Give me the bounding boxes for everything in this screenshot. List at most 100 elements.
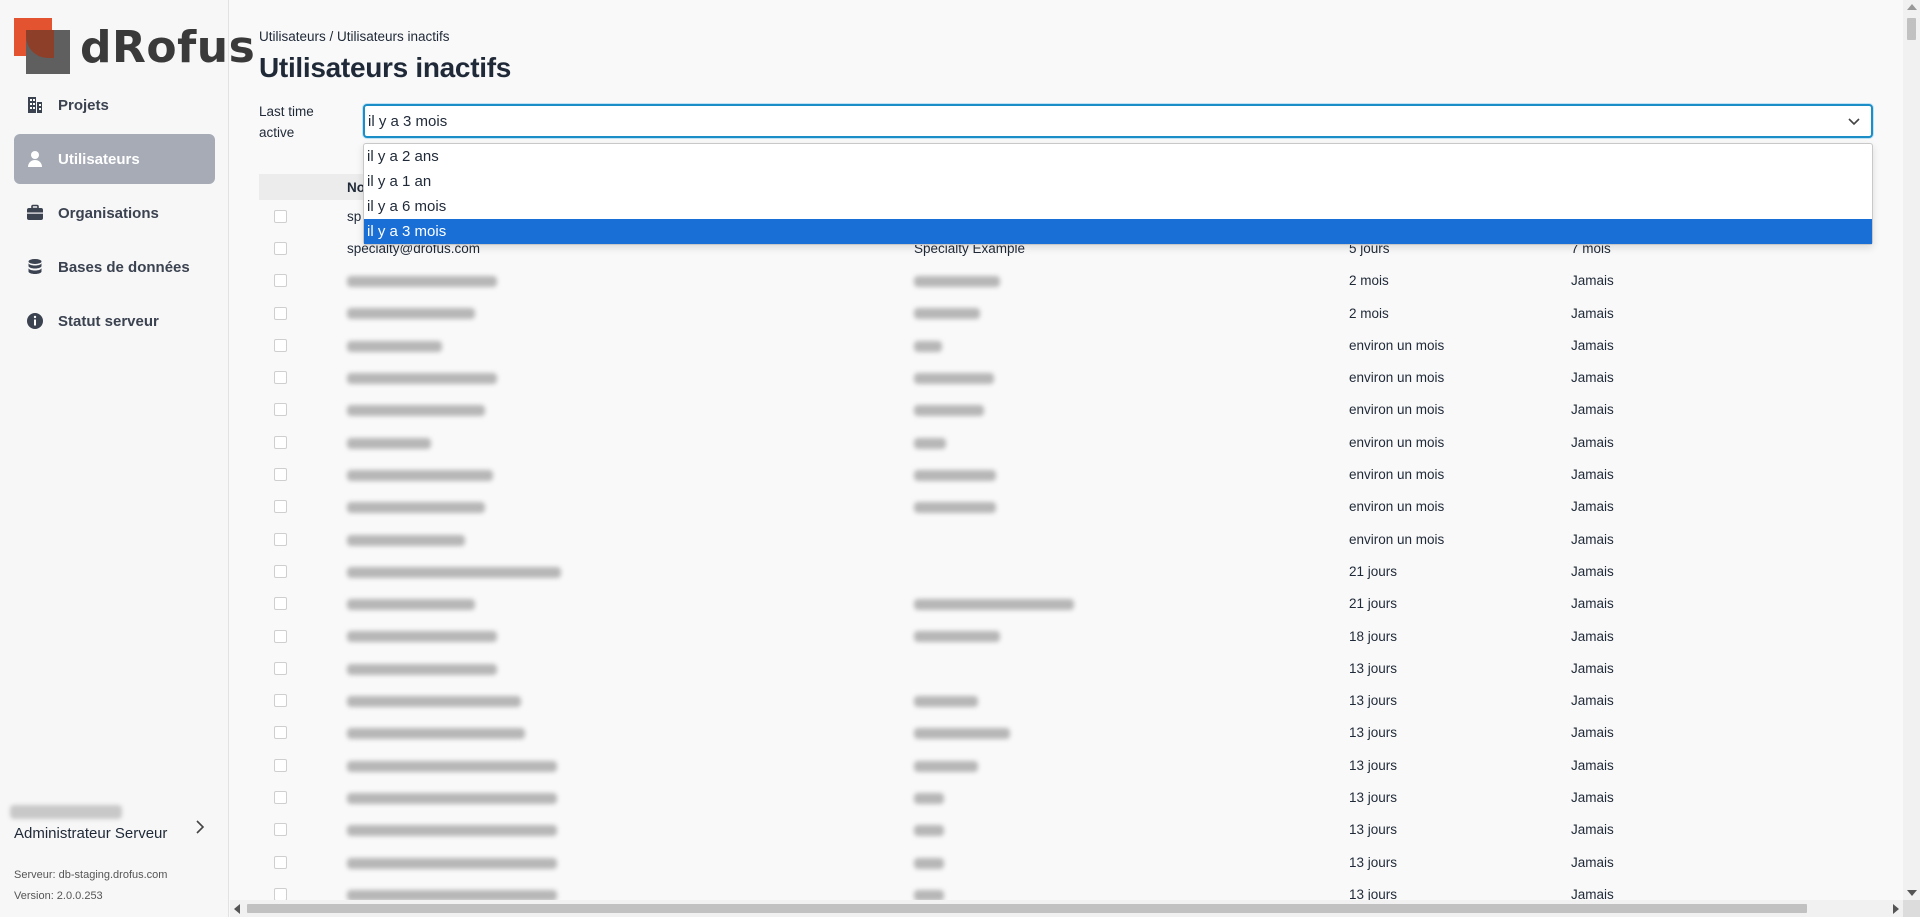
scroll-down-icon[interactable] (1907, 890, 1917, 896)
cell-name (914, 499, 1349, 514)
row-checkbox[interactable] (274, 564, 287, 578)
table-row[interactable]: environ un mois Jamais (259, 458, 1873, 490)
sidebar-item-statut[interactable]: Statut serveur (14, 296, 215, 346)
server-version: Version: 2.0.0.253 (14, 890, 103, 902)
row-checkbox[interactable] (274, 306, 287, 320)
table-row[interactable]: 13 jours Jamais (259, 652, 1873, 684)
scroll-up-icon[interactable] (1907, 4, 1917, 10)
row-checkbox[interactable] (274, 403, 287, 417)
name-redacted (914, 308, 980, 320)
user-name-redacted (10, 805, 122, 819)
sidebar-item-utilisateurs[interactable]: Utilisateurs (14, 134, 215, 184)
row-checkbox[interactable] (274, 790, 287, 804)
sidebar-item-label: Projets (58, 96, 109, 114)
table-row[interactable]: 21 jours Jamais (259, 588, 1873, 620)
cell-created: Jamais (1571, 563, 1614, 579)
email-redacted (347, 502, 485, 514)
table-row[interactable]: 21 jours Jamais (259, 555, 1873, 587)
row-checkbox-cell (259, 597, 347, 611)
name-redacted (914, 631, 1000, 643)
row-checkbox[interactable] (274, 661, 287, 675)
sidebar-item-organisations[interactable]: Organisations (14, 188, 215, 238)
scroll-left-icon[interactable] (234, 904, 240, 914)
email-redacted (347, 534, 465, 546)
table-row[interactable]: 13 jours Jamais (259, 846, 1873, 878)
table-row[interactable]: environ un mois Jamais (259, 523, 1873, 555)
cell-name (914, 790, 1349, 805)
row-checkbox-cell (259, 823, 347, 837)
cell-last-active: environ un mois (1349, 499, 1445, 515)
row-checkbox[interactable] (274, 694, 287, 708)
row-checkbox[interactable] (274, 532, 287, 546)
email-redacted (347, 599, 475, 611)
cell-last-active: environ un mois (1349, 337, 1445, 353)
table-row[interactable]: 2 mois Jamais (259, 265, 1873, 297)
row-checkbox[interactable] (274, 209, 287, 223)
chevron-down-icon[interactable] (1847, 114, 1861, 128)
table-row[interactable]: 18 jours Jamais (259, 620, 1873, 652)
chevron-right-icon[interactable] (195, 820, 205, 839)
row-checkbox[interactable] (274, 500, 287, 514)
cell-email (347, 855, 914, 870)
row-checkbox[interactable] (274, 855, 287, 869)
row-checkbox-cell (259, 661, 347, 675)
table-row[interactable]: environ un mois Jamais (259, 426, 1873, 458)
name-redacted (914, 340, 942, 352)
horizontal-scroll-thumb[interactable] (247, 904, 1807, 913)
scroll-right-icon[interactable] (1893, 904, 1899, 914)
vertical-scroll-thumb[interactable] (1907, 18, 1916, 40)
cell-email (347, 467, 914, 482)
row-checkbox[interactable] (274, 629, 287, 643)
cell-last-active: environ un mois (1349, 402, 1445, 418)
cell-last-active: 21 jours (1349, 596, 1398, 612)
row-checkbox-cell (259, 855, 347, 869)
row-checkbox[interactable] (274, 241, 287, 255)
row-checkbox[interactable] (274, 468, 287, 482)
cell-name (914, 629, 1349, 644)
row-checkbox[interactable] (274, 435, 287, 449)
row-checkbox[interactable] (274, 726, 287, 740)
row-checkbox[interactable] (274, 338, 287, 352)
horizontal-scrollbar[interactable] (230, 900, 1903, 917)
row-checkbox[interactable] (274, 758, 287, 772)
last-active-select[interactable]: il y a 3 mois (363, 104, 1873, 138)
dropdown-option-2-ans[interactable]: il y a 2 ans (364, 144, 1872, 169)
table-row[interactable]: 13 jours Jamais (259, 717, 1873, 749)
row-checkbox[interactable] (274, 371, 287, 385)
row-checkbox[interactable] (274, 823, 287, 837)
table-row[interactable]: 2 mois Jamais (259, 297, 1873, 329)
dropdown-option-1-an[interactable]: il y a 1 an (364, 169, 1872, 194)
row-checkbox[interactable] (274, 274, 287, 288)
table-row[interactable]: environ un mois Jamais (259, 491, 1873, 523)
sidebar-item-projets[interactable]: Projets (14, 80, 215, 130)
table-row[interactable]: 13 jours Jamais (259, 749, 1873, 781)
table-row[interactable]: environ un mois Jamais (259, 361, 1873, 393)
cell-email (347, 370, 914, 385)
table-body: sp specialty@drofus.com Specialty Example 5… (259, 200, 1873, 911)
cell-last-active: environ un mois (1349, 467, 1445, 483)
dropdown-option-3-mois[interactable]: il y a 3 mois (364, 219, 1872, 244)
email-redacted (347, 340, 442, 352)
cell-last-active: 18 jours (1349, 628, 1398, 644)
table-row[interactable]: 13 jours Jamais (259, 684, 1873, 716)
cell-last-active: 13 jours (1349, 757, 1398, 773)
table-row[interactable]: 13 jours Jamais (259, 781, 1873, 813)
row-checkbox[interactable] (274, 887, 287, 901)
last-active-label: Last time active (259, 104, 314, 140)
cell-email (347, 822, 914, 837)
email-redacted (347, 728, 525, 740)
user-block[interactable]: Administrateur Serveur (10, 805, 214, 842)
table-row[interactable]: environ un mois Jamais (259, 394, 1873, 426)
page-title: Utilisateurs inactifs (259, 52, 512, 83)
vertical-scrollbar[interactable] (1903, 0, 1920, 900)
table-row[interactable]: environ un mois Jamais (259, 329, 1873, 361)
row-checkbox[interactable] (274, 597, 287, 611)
dropdown-option-6-mois[interactable]: il y a 6 mois (364, 194, 1872, 219)
cell-name (914, 370, 1349, 385)
cell-created: Jamais (1571, 628, 1614, 644)
cell-email (347, 435, 914, 450)
drofus-logo[interactable]: dRofus (14, 18, 255, 74)
table-row[interactable]: 13 jours Jamais (259, 814, 1873, 846)
sidebar-item-bases[interactable]: Bases de données (14, 242, 215, 292)
cell-created: Jamais (1571, 822, 1614, 838)
